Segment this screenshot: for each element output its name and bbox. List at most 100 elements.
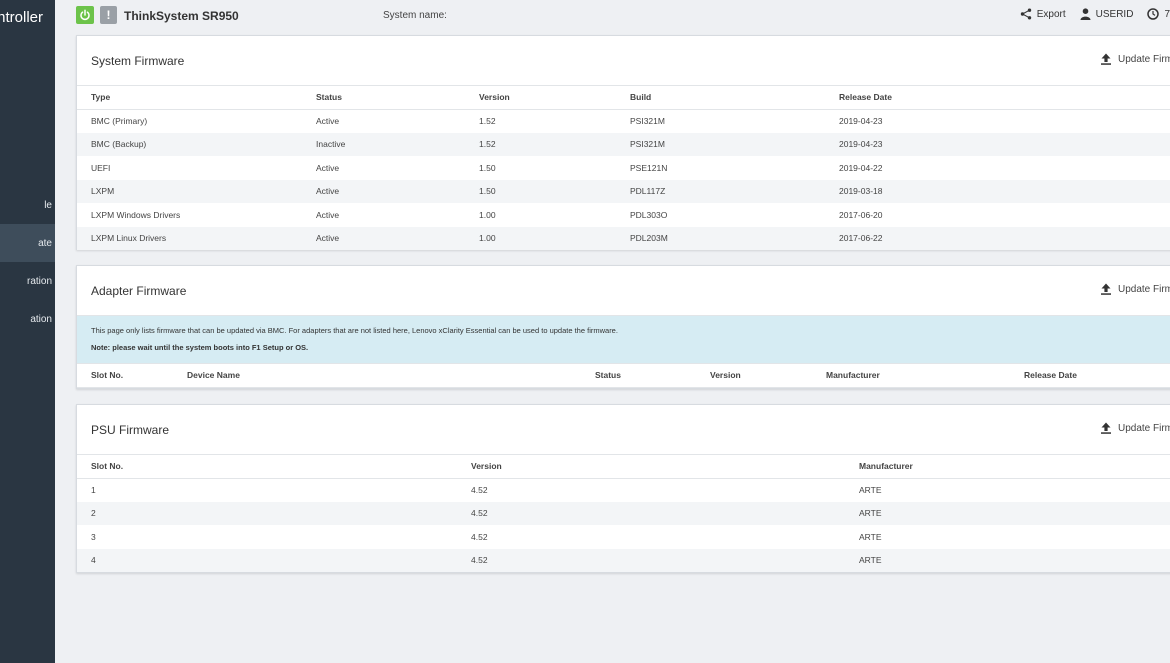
time-menu[interactable]: 7 — [1147, 8, 1170, 20]
upload-icon — [1101, 53, 1111, 65]
update-firmware-button[interactable]: Update Firm — [1100, 283, 1170, 295]
cell-manufacturer: ARTE — [859, 531, 882, 542]
column-header[interactable]: Release Date — [825, 86, 1170, 110]
alert-icon[interactable]: ! — [100, 6, 117, 24]
cell-release-date: 2019-03-18 — [825, 179, 1170, 203]
column-header[interactable]: Manufacturer — [812, 364, 1010, 388]
card-header: System Firmware Update Firm — [77, 36, 1170, 86]
card-title: Adapter Firmware — [91, 283, 187, 298]
table-row: 3 4.52 ARTE — [77, 525, 1170, 549]
sidebar-item-label: ation — [30, 313, 52, 325]
cell-build: PSI321M — [630, 116, 665, 126]
app-title: ntroller — [0, 9, 43, 26]
sidebar-item-1[interactable]: le — [0, 186, 55, 224]
column-header[interactable]: Device Name — [173, 364, 581, 388]
cell-type: LXPM — [77, 179, 302, 203]
share-icon — [1020, 8, 1031, 20]
table-header-row: Slot No. Version Manufacturer — [77, 455, 1170, 479]
column-header[interactable]: Slot No. — [77, 455, 457, 479]
adapter-firmware-table: Slot No. Device Name Status Version Manu… — [77, 364, 1170, 388]
cell-release-date: 2019-04-23 — [839, 116, 883, 126]
column-header[interactable]: Release Date — [1010, 364, 1170, 388]
table-row: LXPM Active 1.50 PDL117Z 2019-03-18 — [77, 179, 1170, 203]
cell-release-date: 2017-06-20 — [839, 209, 883, 220]
cell-type: BMC (Backup) — [77, 132, 302, 156]
sidebar-item-2[interactable]: ate — [0, 224, 55, 262]
cell-type: LXPM Linux Drivers — [77, 226, 302, 250]
table-row: LXPM Windows Drivers Active 1.00 PDL303O… — [77, 203, 1170, 227]
cell-status: Active — [316, 209, 340, 220]
column-header[interactable]: Version — [457, 455, 845, 479]
table-row: UEFI Active 1.50 PSE121N 2019-04-22 — [77, 156, 1170, 180]
alert-glyph: ! — [106, 8, 111, 22]
sidebar-item-label: ration — [26, 275, 52, 287]
update-firmware-button[interactable]: Update Firm — [1100, 53, 1170, 65]
card-header: Adapter Firmware Update Firm — [77, 266, 1170, 316]
update-label: Update Firm — [1118, 422, 1170, 434]
column-header[interactable]: Type — [77, 86, 302, 110]
column-header[interactable]: Status — [581, 364, 696, 388]
product-name: ThinkSystem SR950 — [124, 9, 239, 23]
table-row: 2 4.52 ARTE — [77, 501, 1170, 525]
cell-slot: 2 — [77, 501, 457, 525]
table-row: BMC (Primary) Active 1.52 PSI321M 2019-0… — [77, 109, 1170, 133]
table-row: LXPM Linux Drivers Active 1.00 PDL203M 2… — [77, 226, 1170, 250]
adapter-firmware-card: Adapter Firmware Update Firm This page o… — [76, 265, 1170, 389]
export-button[interactable]: Export — [1020, 8, 1066, 20]
clock-icon — [1147, 8, 1160, 20]
card-title: PSU Firmware — [91, 422, 170, 437]
cell-version: 1.50 — [479, 162, 496, 173]
psu-firmware-table: Slot No. Version Manufacturer 1 4.52 ART… — [77, 455, 1170, 572]
user-label: USERID — [1095, 8, 1134, 20]
cell-release-date: 2019-04-22 — [839, 162, 883, 173]
cell-build: PSE121N — [630, 162, 668, 173]
card-title: System Firmware — [91, 53, 185, 68]
cell-manufacturer: ARTE — [845, 501, 1170, 525]
top-bar: ! ThinkSystem SR950 System name: Export … — [55, 0, 1170, 33]
info-note: Note: please wait until the system boots… — [91, 343, 309, 352]
cell-build: PSI321M — [616, 132, 825, 156]
table-row: 4 4.52 ARTE — [77, 548, 1170, 572]
update-firmware-button[interactable]: Update Firm — [1100, 422, 1170, 434]
user-icon — [1080, 8, 1091, 20]
cell-type: UEFI — [91, 162, 111, 173]
system-name-label: System name: — [383, 10, 447, 21]
column-header[interactable]: Status — [302, 86, 465, 110]
table-row: BMC (Backup) Inactive 1.52 PSI321M 2019-… — [77, 132, 1170, 156]
column-header[interactable]: Build — [616, 86, 825, 110]
column-header[interactable]: Slot No. — [77, 364, 173, 388]
cell-version: 4.52 — [457, 501, 845, 525]
sidebar-item-label: le — [44, 199, 52, 211]
cell-version: 1.00 — [465, 226, 616, 250]
upload-icon — [1101, 422, 1111, 434]
time-label: 7 — [1164, 8, 1170, 20]
cell-build: PDL203M — [616, 226, 825, 250]
sidebar-item-label: ate — [38, 237, 52, 249]
cell-type: LXPM Windows Drivers — [91, 209, 181, 220]
column-header[interactable]: Version — [696, 364, 812, 388]
power-icon[interactable] — [76, 6, 94, 24]
cell-version: 4.52 — [457, 548, 845, 572]
cell-version: 1.52 — [479, 116, 496, 126]
table-header-row: Slot No. Device Name Status Version Manu… — [77, 364, 1170, 388]
cell-status: Active — [316, 116, 340, 126]
cell-type: BMC (Primary) — [91, 116, 148, 126]
sidebar-item-4[interactable]: ation — [0, 300, 55, 338]
psu-firmware-card: PSU Firmware Update Firm Slot No. Versio… — [76, 404, 1170, 573]
column-header[interactable]: Version — [465, 86, 616, 110]
table-header-row: Type Status Version Build Release Date — [77, 86, 1170, 110]
cell-version: 4.52 — [471, 531, 488, 542]
cell-build: PDL117Z — [616, 179, 825, 203]
user-menu[interactable]: USERID — [1080, 8, 1134, 20]
system-firmware-table: Type Status Version Build Release Date B… — [77, 86, 1170, 250]
column-header[interactable]: Manufacturer — [845, 455, 1170, 479]
cell-slot: 1 — [91, 485, 96, 495]
info-banner: This page only lists firmware that can b… — [77, 316, 1170, 364]
sidebar: ntroller le ate ration ation — [0, 0, 55, 663]
cell-release-date: 2017-06-22 — [825, 226, 1170, 250]
info-text: This page only lists firmware that can b… — [91, 326, 618, 335]
update-label: Update Firm — [1118, 53, 1170, 65]
cell-manufacturer: ARTE — [845, 548, 1170, 572]
sidebar-item-3[interactable]: ration — [0, 262, 55, 300]
cell-status: Active — [316, 162, 340, 173]
